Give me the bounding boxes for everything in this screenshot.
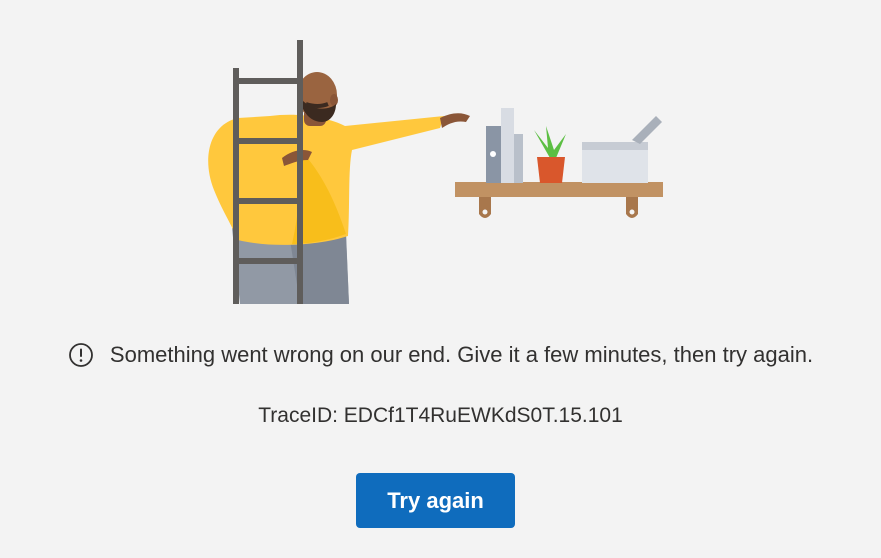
- error-message-row: Something went wrong on our end. Give it…: [0, 338, 881, 372]
- try-again-button[interactable]: Try again: [356, 473, 515, 528]
- alert-circle-icon: [68, 342, 94, 368]
- error-message: Something went wrong on our end. Give it…: [109, 342, 814, 367]
- error-page: Something went wrong on our end. Give it…: [0, 0, 881, 558]
- trace-id: TraceID: EDCf1T4RuEWKdS0T.15.101: [258, 404, 623, 427]
- person-with-ladder-illustration: [208, 40, 663, 304]
